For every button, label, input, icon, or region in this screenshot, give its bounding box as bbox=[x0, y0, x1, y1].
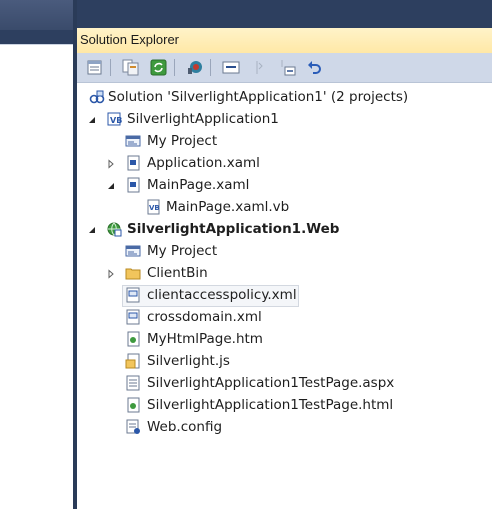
tree-node-p2-testaspx[interactable]: SilverlightApplication1TestPage.aspx bbox=[77, 372, 492, 394]
vb-project-icon: VB bbox=[106, 111, 122, 127]
view-designer-button[interactable] bbox=[249, 58, 269, 77]
refresh-button[interactable] bbox=[149, 58, 169, 77]
tree-node-label: clientaccesspolicy.xml bbox=[147, 287, 297, 303]
tree-node-p2-testhtml[interactable]: SilverlightApplication1TestPage.html bbox=[77, 394, 492, 416]
tree-node-p1-mainpage[interactable]: MainPage.xaml bbox=[77, 174, 492, 196]
properties-button[interactable] bbox=[85, 58, 105, 77]
tree-node-label: My Project bbox=[147, 133, 218, 149]
xml-file-icon bbox=[125, 309, 141, 325]
config-file-icon bbox=[125, 419, 141, 435]
tree-node-label: SilverlightApplication1 bbox=[127, 111, 279, 127]
xaml-file-icon bbox=[125, 155, 141, 171]
tree-node-p2-clientaccess[interactable]: clientaccesspolicy.xml bbox=[77, 284, 492, 307]
xaml-file-icon bbox=[125, 177, 141, 193]
show-all-files-icon bbox=[122, 59, 139, 76]
solution-explorer-panel: Solution Explorer Solution 'SilverlightA… bbox=[77, 0, 492, 509]
js-file-icon bbox=[125, 353, 141, 369]
svg-text:VB: VB bbox=[149, 204, 160, 212]
editor-tab-strip bbox=[0, 0, 76, 44]
tree-node-label: crossdomain.xml bbox=[147, 309, 262, 325]
solution-explorer-toolbar bbox=[77, 53, 492, 83]
tree-node-label: Application.xaml bbox=[147, 155, 260, 171]
panel-top-chrome bbox=[77, 0, 492, 28]
toolbar-separator bbox=[210, 59, 211, 76]
collapse-arrow-icon[interactable] bbox=[106, 179, 116, 189]
html-file-icon bbox=[125, 331, 141, 347]
tree-node-label: SilverlightApplication1TestPage.aspx bbox=[147, 375, 395, 391]
expand-arrow-icon[interactable] bbox=[106, 267, 116, 279]
tree-node-label: Solution 'SilverlightApplication1' (2 pr… bbox=[108, 89, 409, 105]
folder-icon bbox=[125, 265, 141, 281]
nest-related-files-button[interactable] bbox=[277, 58, 297, 77]
refresh-icon bbox=[150, 59, 167, 76]
panel-title: Solution Explorer bbox=[80, 32, 179, 47]
collapse-arrow-icon[interactable] bbox=[87, 223, 97, 233]
tree-node-p1-mainpage-vb[interactable]: VB MainPage.xaml.vb bbox=[77, 196, 492, 218]
class-diagram-icon bbox=[188, 61, 202, 74]
properties-icon bbox=[87, 60, 102, 75]
my-project-icon bbox=[125, 133, 141, 149]
show-all-files-button[interactable] bbox=[121, 58, 141, 77]
tree-node-label: SilverlightApplication1TestPage.html bbox=[147, 397, 394, 413]
tree-node-label: MyHtmlPage.htm bbox=[147, 331, 263, 347]
collapse-arrow-icon[interactable] bbox=[87, 113, 97, 123]
view-code-icon bbox=[222, 61, 240, 74]
toolbar-separator bbox=[110, 59, 111, 76]
tree-node-project2[interactable]: SilverlightApplication1.Web bbox=[77, 218, 492, 240]
editor-tab-strip-edge bbox=[0, 30, 76, 44]
editor-tab-strip-top bbox=[0, 0, 76, 30]
my-project-icon bbox=[125, 243, 141, 259]
html-file-icon bbox=[125, 397, 141, 413]
tree-node-p2-crossdomain[interactable]: crossdomain.xml bbox=[77, 306, 492, 328]
tree-node-project1[interactable]: VB SilverlightApplication1 bbox=[77, 108, 492, 130]
tree-node-label: Web.config bbox=[147, 419, 223, 435]
tree-node-p1-appxaml[interactable]: Application.xaml bbox=[77, 152, 492, 174]
undo-button[interactable] bbox=[305, 58, 325, 77]
toolbar-separator bbox=[174, 59, 175, 76]
tree-node-p2-myhtml[interactable]: MyHtmlPage.htm bbox=[77, 328, 492, 350]
tree-node-p2-silverlightjs[interactable]: Silverlight.js bbox=[77, 350, 492, 372]
tree-node-label: ClientBin bbox=[147, 265, 208, 281]
tree-node-label: MainPage.xaml bbox=[147, 177, 250, 193]
undo-icon bbox=[308, 61, 321, 74]
view-designer-icon bbox=[256, 61, 263, 74]
tree-node-label: SilverlightApplication1.Web bbox=[127, 221, 340, 237]
tree-node-label: MainPage.xaml.vb bbox=[166, 199, 290, 215]
view-code-button[interactable] bbox=[221, 58, 241, 77]
xml-file-icon bbox=[125, 287, 141, 303]
aspx-file-icon bbox=[125, 375, 141, 391]
tree-node-p1-myproject[interactable]: My Project bbox=[77, 130, 492, 152]
nest-files-icon bbox=[281, 60, 296, 76]
expand-arrow-icon[interactable] bbox=[106, 157, 116, 169]
svg-text:VB: VB bbox=[110, 116, 122, 125]
view-class-diagram-button[interactable] bbox=[185, 58, 205, 77]
editor-area[interactable] bbox=[0, 44, 73, 510]
solution-icon bbox=[89, 89, 105, 105]
vb-code-file-icon: VB bbox=[145, 199, 161, 215]
tree-node-p2-clientbin[interactable]: ClientBin bbox=[77, 262, 492, 284]
tree-node-p2-webconfig[interactable]: Web.config bbox=[77, 416, 492, 438]
web-project-icon bbox=[106, 221, 122, 237]
tree-node-label: My Project bbox=[147, 243, 218, 259]
tree-node-solution[interactable]: Solution 'SilverlightApplication1' (2 pr… bbox=[77, 86, 492, 108]
tree-node-p2-myproject[interactable]: My Project bbox=[77, 240, 492, 262]
panel-titlebar[interactable]: Solution Explorer bbox=[77, 28, 492, 54]
tree-node-label: Silverlight.js bbox=[147, 353, 230, 369]
